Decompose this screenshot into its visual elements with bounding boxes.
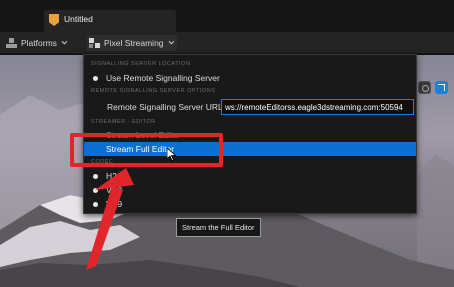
mouse-cursor-icon [167, 148, 176, 161]
tooltip: Stream the Full Editor [176, 218, 261, 237]
tooltip-text: Stream the Full Editor [182, 223, 255, 232]
annotation-arrow-icon [86, 168, 134, 270]
